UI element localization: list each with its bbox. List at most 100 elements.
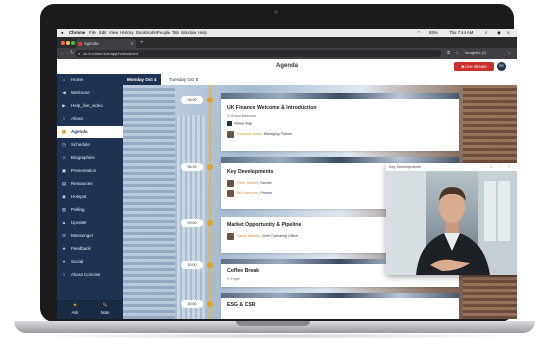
video-popup[interactable]: Key Developments ≡ – × (386, 163, 517, 275)
live-stream-label: Live stream (465, 64, 487, 69)
session-banner (221, 93, 459, 99)
chart-icon: ▥ (61, 207, 67, 212)
menu-item[interactable]: Window (181, 29, 196, 37)
menu-item[interactable]: History (120, 29, 133, 37)
speaker-info: Rebecca Jones, Managing Partner (237, 132, 293, 136)
menu-icon[interactable]: ≡ (490, 163, 493, 171)
session-title: ESG & CSR (227, 302, 256, 308)
sidebar-item-biographies[interactable]: ☺ Biographies (57, 152, 123, 164)
sidebar-item-social[interactable]: ♦ Social (57, 256, 123, 268)
speaker-info: Peter Stroker, Partner (237, 181, 272, 185)
presenter-video (386, 171, 517, 275)
menu-item[interactable]: People (157, 29, 170, 37)
people-icon: ☺ (61, 155, 67, 160)
webcam (274, 10, 278, 14)
location-text: Grand Ballroom (230, 114, 256, 118)
minimize-icon[interactable]: – (499, 163, 502, 171)
tab-tuesday[interactable]: Tuesday Oct 5 (165, 74, 202, 85)
sidebar-item-label: Agenda (71, 129, 88, 134)
speaker-role: Partner (260, 191, 273, 195)
speaker-avatar (227, 180, 234, 187)
speaker-info: Bill Lawrence, Partner (237, 191, 273, 195)
address-bar[interactable]: ● uk-fi.chime.live/app/hub/sabe/4 (75, 50, 441, 57)
menu-item[interactable]: Bookmarks (136, 29, 158, 37)
close-tab-icon[interactable]: × (131, 39, 133, 48)
sidebar-item-upvoter[interactable]: ▲ Upvoter (57, 217, 123, 229)
close-window-button[interactable] (61, 41, 65, 45)
close-icon[interactable]: × (508, 163, 511, 171)
time-label: 08:15 (181, 163, 203, 171)
sidebar-item-label: Upvoter (71, 220, 87, 225)
menu-dots-icon[interactable]: ● (508, 51, 510, 56)
minimize-window-button[interactable] (66, 41, 70, 45)
sidebar-item-resources[interactable]: ▤ Resources (57, 178, 123, 190)
time-label: 10:00 (181, 261, 203, 269)
live-stream-button[interactable]: ■ Live stream (454, 62, 494, 71)
browser-tab[interactable]: Agenda × (76, 39, 136, 48)
speaker-role: Partner (259, 181, 272, 185)
video-icon: ▶ (62, 103, 66, 108)
search-icon[interactable]: ⌕ (485, 29, 487, 37)
time-label: 09:00 (181, 219, 203, 227)
new-tab-button[interactable]: + (140, 39, 144, 48)
venue-map-link[interactable]: Venue map (227, 121, 252, 126)
battery-percent[interactable]: 93% (429, 29, 438, 37)
sidebar-item-presentation[interactable]: ▣ Presentation (57, 165, 123, 177)
tab-monday[interactable]: Monday Oct 4 (123, 74, 161, 85)
menu-item[interactable]: Help (198, 29, 207, 37)
feedback-icon: ★ (61, 246, 67, 251)
folder-icon: ▤ (61, 181, 67, 186)
chat-icon: ✉ (62, 233, 66, 238)
control-center-icon[interactable]: ≡ (507, 29, 510, 37)
siri-icon[interactable]: ◉ (497, 29, 501, 37)
sidebar-item-welcome[interactable]: ◀ Welcome (57, 87, 123, 99)
info-icon: i (63, 116, 65, 121)
map-icon (227, 121, 232, 126)
sidebar-item-polling[interactable]: ▥ Polling (57, 204, 123, 216)
wifi-icon[interactable]: ◠ (417, 29, 421, 37)
ask-button[interactable]: ✦ Ask (60, 302, 90, 315)
menu-item[interactable]: Chrome (69, 29, 85, 37)
session-banner (221, 293, 459, 298)
session-location: ⚲ Grand Ballroom (227, 114, 256, 118)
clock[interactable]: Thu 7:44 AM (449, 29, 473, 37)
sidebar-item-label: Resources (71, 181, 93, 186)
time-label: 10:00 (181, 300, 203, 308)
sidebar-item-feedback[interactable]: ★ Feedback (57, 243, 123, 255)
menu-item[interactable]: Edit (99, 29, 106, 37)
incognito-profile[interactable]: Incognito (2) (465, 51, 486, 56)
venue-map-label: Venue map (234, 121, 253, 126)
sidebar-item-messenger[interactable]: ✉ Messenger (57, 230, 123, 242)
calendar-icon: ▦ (61, 129, 67, 134)
sidebar-item-help-live-video[interactable]: ▶ Help_live_video (57, 100, 123, 112)
laptop-notch (236, 321, 310, 326)
speaker-avatar (227, 233, 234, 240)
star-icon[interactable]: ☆ (455, 51, 458, 56)
sidebar-item-hotspot[interactable]: ◉ Hotspot (57, 191, 123, 203)
screen: ● Chrome File Edit View History Bookmark… (57, 29, 517, 319)
clock-icon: ◷ (62, 142, 66, 147)
lock-icon: ● (78, 51, 81, 56)
session-card[interactable]: ESG & CSR (221, 293, 459, 319)
video-stream[interactable] (386, 171, 517, 275)
menu-item[interactable]: File (89, 29, 96, 37)
zoom-window-button[interactable] (71, 41, 75, 45)
sidebar-item-about[interactable]: i About (57, 113, 123, 125)
session-card[interactable]: UK Finance Welcome & Introduction ⚲ Gran… (221, 93, 459, 151)
menu-item[interactable]: Tab (172, 29, 179, 37)
video-title: Key Developments (389, 165, 421, 169)
key-icon[interactable]: ⚿ (447, 51, 450, 56)
avatar[interactable]: EE (497, 62, 506, 71)
timeline-dot (207, 262, 213, 268)
sidebar-item-about-concise[interactable]: ○ About Concise (57, 269, 123, 281)
menu-item[interactable]: View (109, 29, 118, 37)
info-circle-icon: ○ (62, 272, 66, 277)
sidebar-item-agenda[interactable]: ▦ Agenda (57, 126, 123, 138)
sidebar-item-schedule[interactable]: ◷ Schedule (57, 139, 123, 151)
note-button[interactable]: ✎ Note (90, 302, 120, 315)
speaker-role: Managing Partner (263, 132, 293, 136)
reload-icon[interactable]: ↻ (70, 48, 74, 59)
apple-icon[interactable]: ● (61, 29, 64, 37)
sidebar-item-home[interactable]: ⌂ Home (57, 74, 123, 86)
presentation-icon: ▣ (61, 168, 67, 173)
